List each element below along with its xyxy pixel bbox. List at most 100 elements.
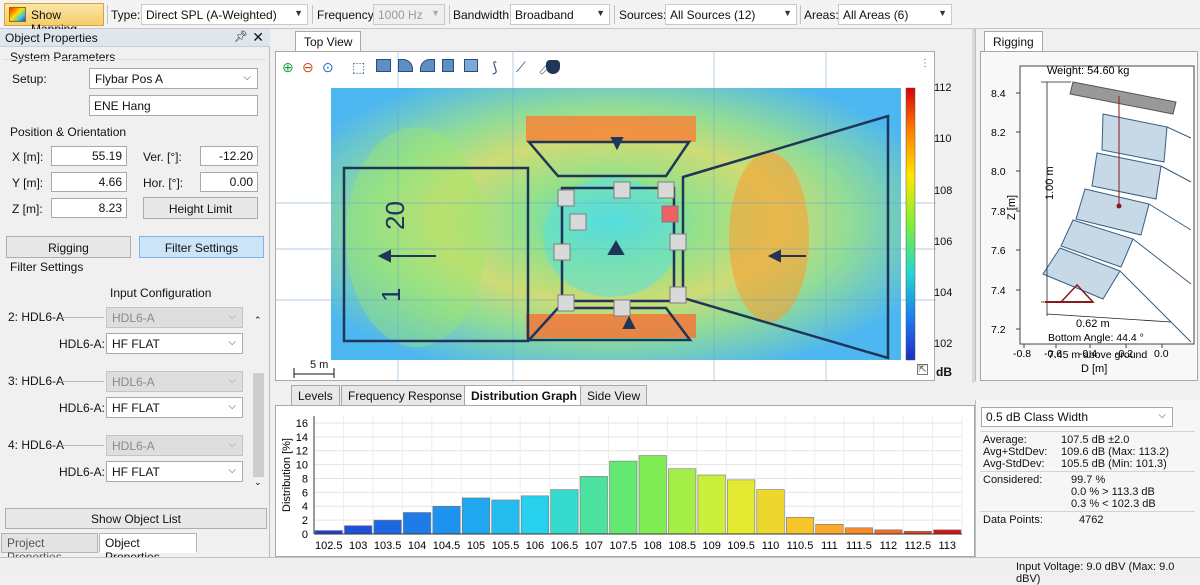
chevron-down-icon: ▼: [783, 8, 792, 18]
filter-scrollbar[interactable]: ⌃ ⌄: [251, 311, 266, 493]
chevron-down-icon: ▼: [294, 8, 303, 18]
color-bar-tick: 108: [934, 185, 953, 197]
object-name-field[interactable]: ENE Hang: [89, 95, 258, 116]
x-tick-label: 109.5: [727, 540, 755, 552]
y-field[interactable]: 4.66: [51, 172, 127, 192]
chevron-down-icon: ⌵: [228, 375, 236, 386]
type-value: Direct SPL (A-Weighted): [146, 8, 277, 22]
rigging-button[interactable]: Rigging: [6, 236, 131, 258]
x-tick-label: 111: [821, 540, 838, 552]
x-tick-label: 107.5: [610, 540, 638, 552]
setup-value: Flybar Pos A: [95, 72, 164, 86]
width-dimension: 0.62 m: [1076, 318, 1110, 330]
tab-object-properties[interactable]: Object Properties: [99, 533, 197, 564]
close-icon[interactable]: ✕: [252, 29, 264, 46]
rig-x-label: D [m]: [1081, 363, 1107, 375]
show-mapping-button[interactable]: Show Mapping: [4, 3, 104, 36]
sources-select[interactable]: All Sources (12) ▼: [665, 4, 797, 25]
x-tick-label: 106: [526, 540, 544, 552]
x-tick-label: 105.5: [492, 540, 520, 552]
more-options-icon[interactable]: ⋮: [920, 58, 930, 69]
above-value: 0.0 % > 113.3 dB: [1071, 486, 1155, 498]
histogram-bar: [344, 525, 373, 535]
map-label: 20: [380, 201, 410, 230]
box-plane-icon[interactable]: [464, 59, 478, 72]
hor-field[interactable]: 0.00: [200, 172, 258, 192]
pin-icon[interactable]: 📌︎: [234, 30, 248, 43]
expand-icon[interactable]: ⇱: [917, 364, 928, 375]
tab-project-properties[interactable]: Project Properties: [1, 533, 98, 564]
z-label: Z [m]:: [12, 202, 43, 216]
avg-minus-label: Avg-StdDev:: [983, 458, 1045, 470]
filter-settings-button[interactable]: Filter Settings: [139, 236, 264, 258]
scrollbar-thumb[interactable]: [253, 373, 264, 477]
tab-frequency-response[interactable]: Frequency Response: [341, 385, 470, 405]
tab-distribution-graph[interactable]: Distribution Graph: [464, 385, 584, 405]
zoom-extents-icon[interactable]: ⊙: [322, 59, 338, 75]
color-bar-tick: 112: [934, 82, 952, 94]
class-width-select[interactable]: 0.5 dB Class Width ⌵: [981, 407, 1173, 427]
plane-icon[interactable]: [376, 59, 391, 72]
stats-header-spacer: [975, 383, 1200, 400]
x-tick-label: 113: [938, 540, 956, 552]
filter-header-select[interactable]: HDL6-A ⌵: [106, 307, 243, 328]
filter-header-value: HDL6-A: [112, 311, 155, 325]
frequency-select[interactable]: 1000 Hz ▼: [373, 4, 445, 25]
divider: [980, 431, 1195, 432]
chevron-down-icon: ⌵: [228, 465, 236, 476]
tab-levels[interactable]: Levels: [291, 385, 340, 405]
tab-side-view[interactable]: Side View: [580, 385, 648, 405]
color-bar-ticks: 112 110 108 106 104 102 dB: [934, 51, 971, 381]
x-tick-label: 111.5: [846, 540, 872, 552]
rig-y-tick: 8.2: [991, 127, 1006, 139]
ver-field[interactable]: -12.20: [200, 146, 258, 166]
tab-top-view[interactable]: Top View: [295, 31, 362, 51]
coverage-map: 20 1 5 m: [276, 52, 936, 382]
tab-rigging[interactable]: Rigging: [984, 31, 1043, 51]
show-object-list-button[interactable]: Show Object List: [5, 508, 267, 529]
x-tick-label: 108.5: [668, 540, 696, 552]
areas-select[interactable]: All Areas (6) ▼: [838, 4, 952, 25]
histogram-bar: [815, 523, 844, 535]
divider: [4, 59, 266, 60]
filter-header-select[interactable]: HDL6-A ⌵: [106, 435, 243, 456]
height-limit-button[interactable]: Height Limit: [143, 197, 258, 219]
measure-icon[interactable]: ⟋: [516, 59, 532, 75]
top-view-canvas[interactable]: 20 1 5 m ⊕ ⊖ ⊙ ⬚ ⟆ ⟋ ⋮ ⇱: [275, 51, 936, 382]
chevron-down-icon: ▼: [431, 8, 440, 18]
x-tick-label: 112: [880, 540, 898, 552]
zoom-in-icon[interactable]: ⊕: [282, 59, 298, 75]
setup-select[interactable]: Flybar Pos A ⌵: [89, 68, 258, 89]
z-field[interactable]: 8.23: [51, 198, 127, 218]
rig-x-tick: -0.6: [1044, 348, 1062, 360]
chevron-up-icon[interactable]: ⌃: [254, 315, 262, 326]
type-select[interactable]: Direct SPL (A-Weighted) ▼: [141, 4, 308, 25]
mapping-icon: [9, 7, 26, 22]
rig-y-tick: 7.2: [991, 324, 1006, 336]
average-value: 107.5 dB ±2.0: [1061, 434, 1130, 446]
y-tick-label: 4: [302, 501, 308, 513]
filter-sub-select[interactable]: HF FLAT ⌵: [106, 333, 243, 354]
filter-header-select[interactable]: HDL6-A ⌵: [106, 371, 243, 392]
bandwidth-select[interactable]: Broadband ▼: [510, 4, 610, 25]
vertical-plane-icon[interactable]: [442, 59, 454, 72]
line-array-icon[interactable]: ⟆: [492, 59, 508, 75]
rig-y-tick: 8.0: [991, 166, 1006, 178]
areas-value: All Areas (6): [843, 8, 909, 22]
filter-sub-value: HF FLAT: [112, 465, 160, 479]
filter-settings-heading: Filter Settings: [10, 260, 84, 274]
filter-sub-select[interactable]: HF FLAT ⌵: [106, 461, 243, 482]
status-bar: Input Voltage: 9.0 dBV (Max: 9.0 dBV): [0, 557, 1200, 585]
y-tick-label: 8: [302, 473, 308, 485]
filter-header-label: 3: HDL6-A: [8, 374, 65, 388]
zoom-out-icon[interactable]: ⊖: [302, 59, 318, 75]
speaker-icon[interactable]: [546, 60, 560, 74]
filter-sub-select[interactable]: HF FLAT ⌵: [106, 397, 243, 418]
x-tick-label: 106.5: [551, 540, 579, 552]
arc-plane-icon[interactable]: [420, 59, 435, 72]
x-tick-label: 112.5: [904, 540, 931, 552]
select-area-icon[interactable]: ⬚: [352, 59, 368, 75]
chevron-down-icon[interactable]: ⌄: [254, 477, 262, 488]
x-field[interactable]: 55.19: [51, 146, 127, 166]
chevron-down-icon: ⌵: [1158, 410, 1166, 421]
